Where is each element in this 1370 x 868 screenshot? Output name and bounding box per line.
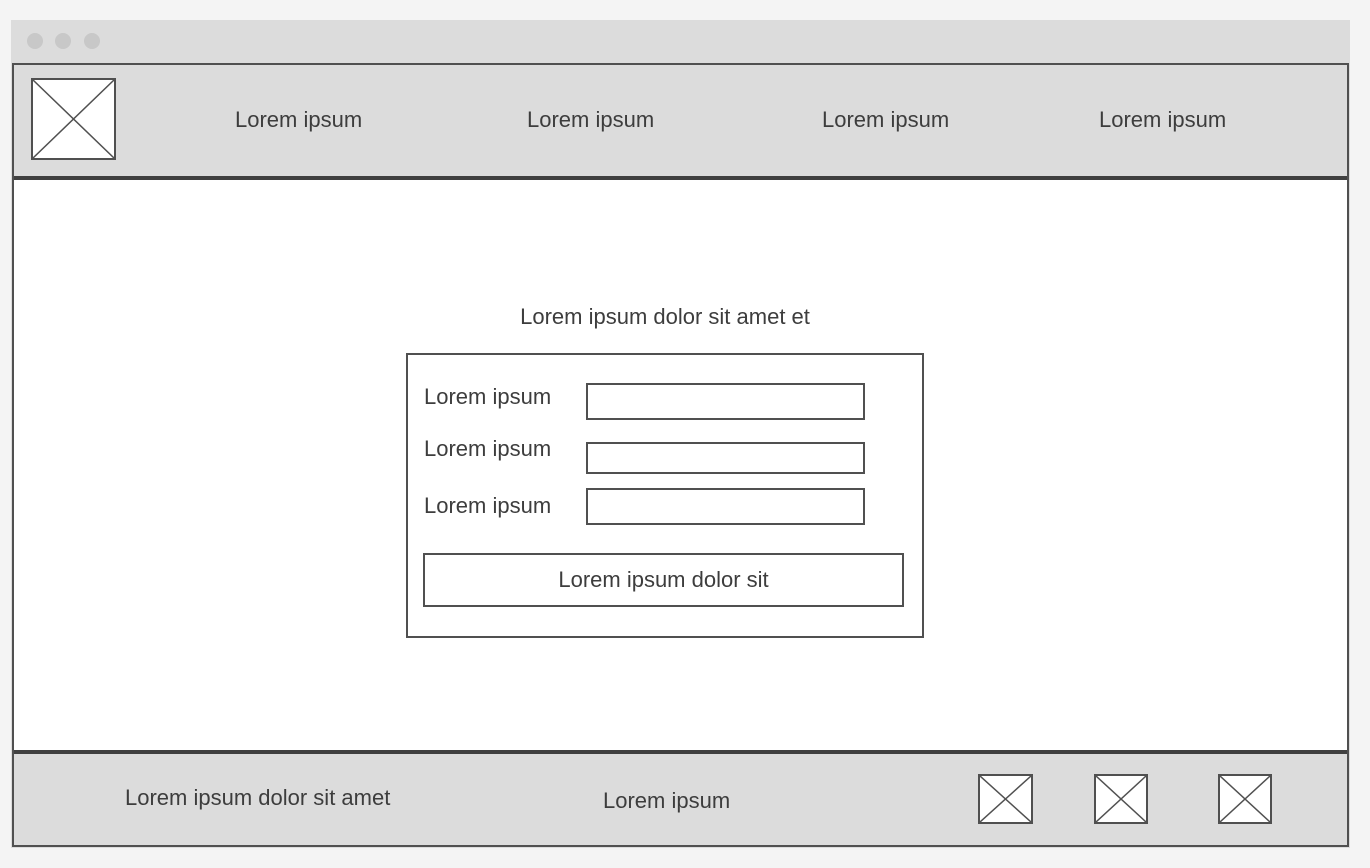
window-titlebar — [11, 20, 1350, 63]
footer-text-primary: Lorem ipsum dolor sit amet — [125, 785, 391, 810]
field-label-1: Lorem ipsum — [424, 384, 552, 409]
page-frame: Lorem ipsum Lorem ipsum Lorem ipsum Lore… — [12, 63, 1349, 847]
text-field-3[interactable] — [586, 488, 865, 525]
field-label-3: Lorem ipsum — [424, 493, 552, 518]
nav-item-2[interactable]: Lorem ipsum — [527, 107, 654, 133]
login-form: Lorem ipsum Lorem ipsum Lorem ipsum Lore… — [406, 353, 924, 638]
footer-image-placeholder-icon-3[interactable] — [1218, 774, 1272, 824]
text-field-2[interactable] — [586, 442, 865, 474]
window-minimize-dot[interactable] — [55, 33, 71, 49]
footer-text-secondary[interactable]: Lorem ipsum — [603, 788, 730, 814]
form-title: Lorem ipsum dolor sit amet et — [520, 304, 810, 329]
nav-item-1[interactable]: Lorem ipsum — [235, 107, 362, 133]
site-footer: Lorem ipsum dolor sit amet Lorem ipsum — [14, 750, 1347, 845]
submit-button[interactable]: Lorem ipsum dolor sit — [423, 553, 904, 607]
footer-image-placeholder-icon-1[interactable] — [978, 774, 1033, 824]
logo-image-placeholder-icon[interactable] — [31, 78, 116, 160]
window-maximize-dot[interactable] — [84, 33, 100, 49]
text-field-1[interactable] — [586, 383, 865, 420]
browser-window: Lorem ipsum Lorem ipsum Lorem ipsum Lore… — [11, 20, 1350, 848]
footer-image-placeholder-icon-2[interactable] — [1094, 774, 1148, 824]
main-content: Lorem ipsum dolor sit amet et Lorem ipsu… — [14, 180, 1347, 750]
window-close-dot[interactable] — [27, 33, 43, 49]
nav-item-3[interactable]: Lorem ipsum — [822, 107, 949, 133]
nav-item-4[interactable]: Lorem ipsum — [1099, 107, 1226, 133]
site-header: Lorem ipsum Lorem ipsum Lorem ipsum Lore… — [14, 65, 1347, 180]
field-label-2: Lorem ipsum — [424, 436, 552, 461]
